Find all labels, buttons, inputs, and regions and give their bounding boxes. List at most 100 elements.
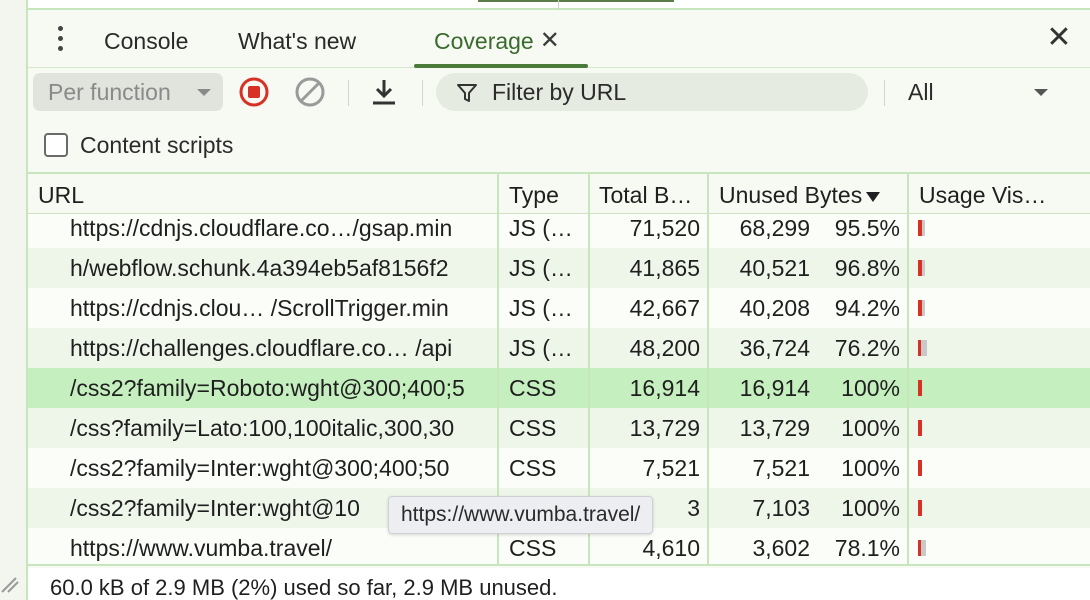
type-filter-select[interactable]: All [900,73,1060,111]
column-divider[interactable] [707,174,709,564]
total-bytes-cell: 7,521 [642,455,700,481]
coverage-mode-value: Per function [48,79,171,105]
unused-percent-cell: 100% [841,455,900,481]
top-strip-indicator [478,0,674,2]
chevron-down-icon [197,89,211,96]
toolbar-divider [884,80,885,106]
usage-bar-unused [922,220,925,236]
toolbar-divider [348,80,349,106]
unused-percent-cell: 95.5% [834,215,900,241]
column-header-usage-visualization[interactable]: Usage Vis… [909,174,1089,214]
more-options-icon[interactable] [50,24,70,54]
usage-bar [918,420,930,436]
resize-handle-icon[interactable] [0,574,20,594]
tab-console-label: Console [104,28,189,54]
column-header-unused-bytes-label: Unused Bytes [719,182,863,208]
drawer-tab-bar: Console What's new Coverage ✕ ✕ [28,10,1090,68]
usage-bar [918,260,930,276]
clear-icon[interactable] [294,76,326,108]
url-cell: h/webflow.schunk.4a394eb5af8156f2 [70,255,449,281]
total-bytes-cell: 42,667 [629,295,700,321]
usage-bar [918,340,930,356]
unused-percent-cell: 100% [841,415,900,441]
unused-percent-cell: 94.2% [834,295,900,321]
usage-bar [918,500,930,516]
type-cell: CSS [509,375,557,401]
url-cell: https://cdnjs.cloudflare.co…/gsap.min [70,215,453,241]
filter-placeholder: Filter by URL [492,79,627,105]
table-row[interactable]: https://cdnjs.cloudflare.co…/gsap.min JS … [28,208,1090,248]
usage-bar-used [918,460,922,476]
usage-bar-unused [921,540,926,556]
unused-bytes-cell: 13,729 [739,415,810,441]
unused-bytes-cell: 7,103 [752,495,810,521]
toolbar-divider [422,80,423,106]
close-drawer-icon[interactable]: ✕ [1044,23,1074,54]
unused-bytes-cell: 40,521 [739,255,810,281]
table-row[interactable]: /css?family=Lato:100,100italic,300,30 CSS… [28,408,1090,448]
coverage-mode-select[interactable]: Per function [33,73,223,111]
coverage-table: https://cdnjs.cloudflare.co…/gsap.min JS … [28,172,1090,566]
column-header-total-bytes[interactable]: Total B… [589,174,707,214]
filter-url-input[interactable]: Filter by URL [436,73,868,111]
usage-bar-unused [922,300,925,316]
column-header-unused-bytes[interactable]: Unused Bytes [709,174,907,214]
total-bytes-cell: 71,520 [629,215,700,241]
usage-bar-used [918,420,922,436]
stop-recording-icon[interactable] [238,76,270,108]
unused-bytes-cell: 40,208 [739,295,810,321]
unused-percent-cell: 100% [841,495,900,521]
filter-icon [457,84,477,102]
unused-bytes-cell: 36,724 [739,335,810,361]
table-header: URL Type Total B… Unused Bytes Usage Vis… [28,174,1090,214]
unused-bytes-cell: 7,521 [752,455,810,481]
total-bytes-cell: 48,200 [629,335,700,361]
table-row[interactable]: h/webflow.schunk.4a394eb5af8156f2 JS (… 41… [28,248,1090,288]
unused-percent-cell: 100% [841,375,900,401]
type-cell: CSS [509,455,557,481]
url-cell: https://cdnjs.clou… /ScrollTrigger.min [70,295,449,321]
usage-bar-used [918,380,922,396]
chevron-down-icon [1034,89,1048,96]
unused-bytes-cell: 16,914 [739,375,810,401]
table-row[interactable]: https://challenges.cloudflare.co… /api JS… [28,328,1090,368]
type-cell: JS (… [509,255,573,281]
content-scripts-checkbox[interactable] [44,133,68,157]
total-bytes-cell: 16,914 [629,375,700,401]
usage-bar [918,460,930,476]
download-icon[interactable] [368,76,400,108]
type-cell: CSS [509,415,557,441]
type-cell: JS (… [509,335,573,361]
unused-percent-cell: 76.2% [834,335,900,361]
close-tab-icon[interactable]: ✕ [540,24,560,58]
usage-bar [918,540,930,556]
unused-percent-cell: 78.1% [834,535,900,561]
url-cell: /css2?family=Roboto:wght@300;400;5 [70,375,465,401]
column-header-url[interactable]: URL [28,174,498,214]
content-scripts-row: Content scripts [28,118,1090,172]
table-row[interactable]: https://cdnjs.clou… /ScrollTrigger.min JS… [28,288,1090,328]
content-scripts-label: Content scripts [80,132,234,158]
type-filter-value: All [908,79,934,105]
table-row[interactable]: /css2?family=Inter:wght@300;400;50 CSS 7,5… [28,448,1090,488]
column-divider[interactable] [907,174,909,564]
total-bytes-cell: 41,865 [629,255,700,281]
tab-console[interactable]: Console [104,24,188,58]
type-cell: JS (… [509,295,573,321]
usage-bar-unused [921,340,927,356]
usage-bar-unused [922,260,925,276]
type-cell: JS (… [509,215,573,241]
column-header-type[interactable]: Type [499,174,589,214]
unused-bytes-cell: 68,299 [739,215,810,241]
usage-bar-used [918,500,922,516]
usage-bar [918,300,930,316]
tab-coverage[interactable]: Coverage ✕ [434,24,560,58]
tab-whats-new[interactable]: What's new [238,24,356,58]
top-strip-divider [558,0,559,10]
drawer-panel: Console What's new Coverage ✕ ✕ Per funct… [28,10,1090,600]
unused-percent-cell: 96.8% [834,255,900,281]
coverage-toolbar: Per function Filter by URL All [28,68,1090,118]
table-row[interactable]: /css2?family=Roboto:wght@300;400;5 CSS 16,… [28,368,1090,408]
usage-bar [918,220,930,236]
sort-descending-icon [866,191,881,202]
